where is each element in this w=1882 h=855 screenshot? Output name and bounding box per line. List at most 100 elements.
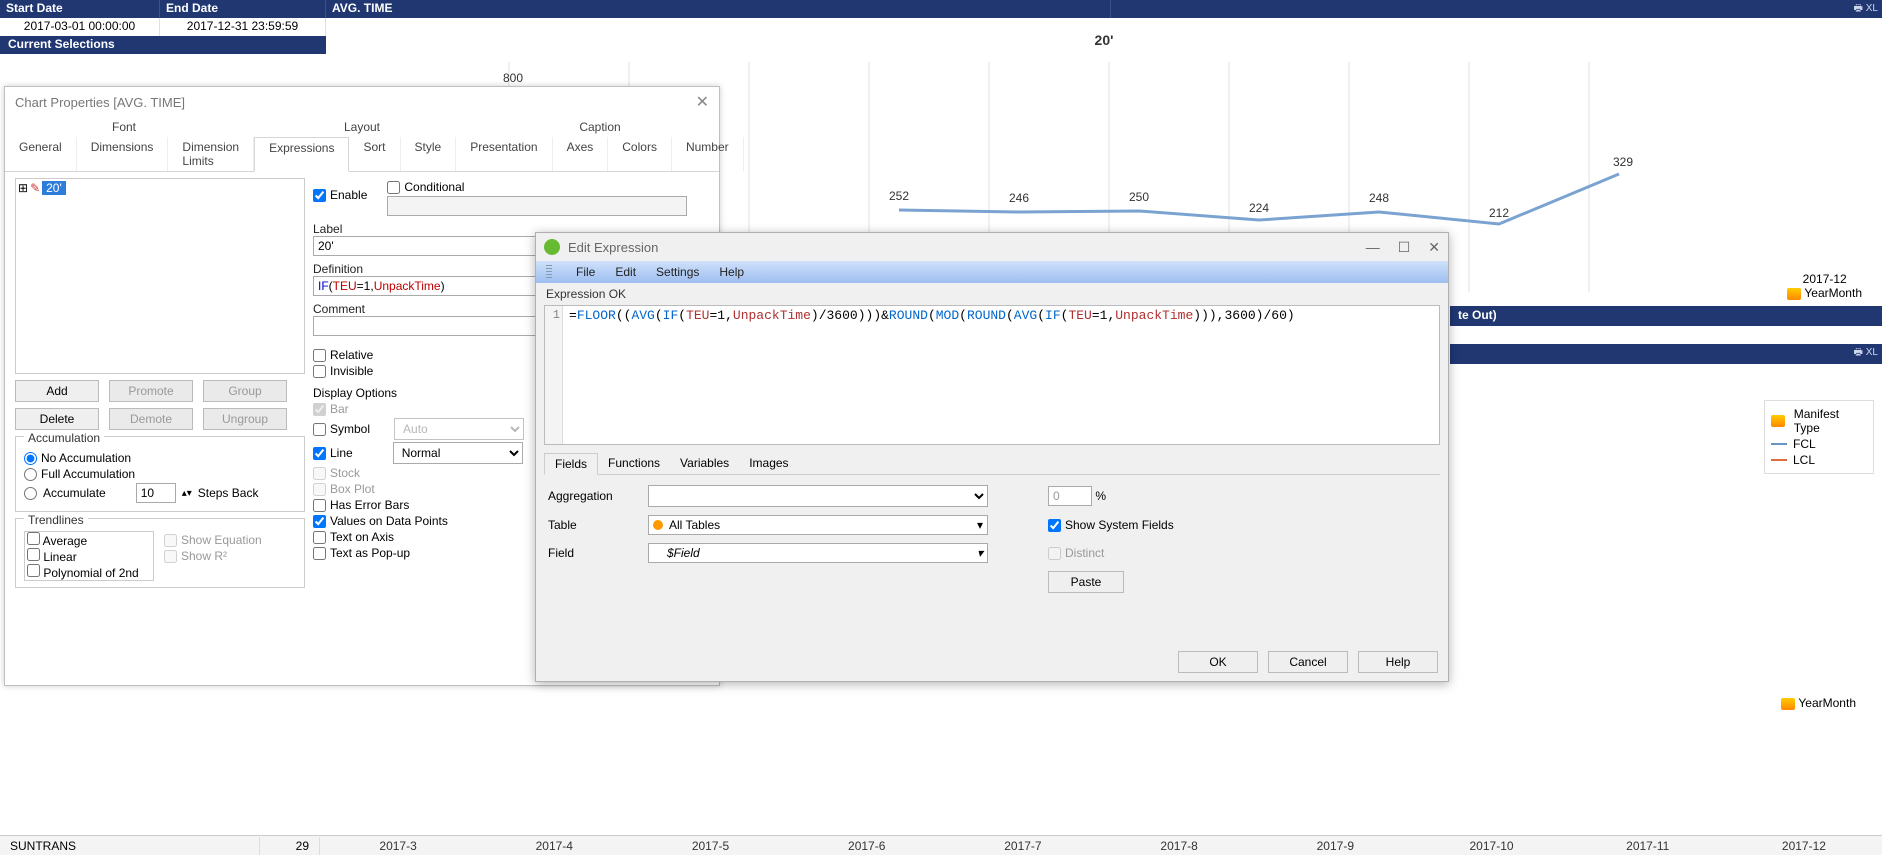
group-button[interactable]: Group xyxy=(203,380,287,402)
cycle-icon[interactable] xyxy=(1771,415,1785,427)
text-as-popup-checkbox[interactable] xyxy=(313,547,326,560)
edit-expression-dialog: Edit Expression — ☐ ✕ File Edit Settings… xyxy=(535,232,1449,682)
distinct-checkbox xyxy=(1048,547,1061,560)
trend-linear-checkbox[interactable] xyxy=(27,548,40,561)
tab-axes[interactable]: Axes xyxy=(553,137,609,171)
tab-sort[interactable]: Sort xyxy=(349,137,400,171)
month-tick: 2017-8 xyxy=(1101,839,1257,853)
values-on-dp-checkbox[interactable] xyxy=(313,515,326,528)
app-icon xyxy=(544,239,560,255)
export-xl-button-2[interactable]: 🖶 XL xyxy=(1854,345,1878,362)
tab-layout[interactable]: Layout xyxy=(243,117,481,137)
help-button[interactable]: Help xyxy=(1358,651,1438,673)
demote-button[interactable]: Demote xyxy=(109,408,193,430)
helper-tabs: Fields Functions Variables Images xyxy=(544,453,1440,475)
symbol-combo: Auto xyxy=(394,418,524,440)
accumulate-radio[interactable] xyxy=(24,487,37,500)
minimize-icon[interactable]: — xyxy=(1366,239,1380,256)
ok-button[interactable]: OK xyxy=(1178,651,1258,673)
close-icon[interactable]: ✕ xyxy=(696,92,709,112)
stock-checkbox xyxy=(313,467,326,480)
table-select[interactable]: All Tables ▾ xyxy=(648,515,988,535)
tab-general[interactable]: General xyxy=(5,137,77,171)
cancel-button[interactable]: Cancel xyxy=(1268,651,1348,673)
add-button[interactable]: Add xyxy=(15,380,99,402)
menu-settings[interactable]: Settings xyxy=(656,265,699,279)
export-xl-button[interactable]: 🖶 XL xyxy=(1854,1,1878,18)
cycle-icon[interactable] xyxy=(1781,698,1795,710)
promote-button[interactable]: Promote xyxy=(109,380,193,402)
dp-label: 252 xyxy=(889,189,909,203)
conditional-input xyxy=(387,196,687,216)
aggregation-select[interactable] xyxy=(648,485,988,507)
delete-button[interactable]: Delete xyxy=(15,408,99,430)
paste-button[interactable]: Paste xyxy=(1048,571,1124,593)
dp-label: 246 xyxy=(1009,191,1029,205)
boxplot-checkbox xyxy=(313,483,326,496)
right-dark-bar: te Out) xyxy=(1450,306,1882,326)
bar-checkbox xyxy=(313,403,326,416)
legend-swatch-fcl xyxy=(1771,443,1787,445)
tab-dimensions[interactable]: Dimensions xyxy=(77,137,169,171)
dp-label: 250 xyxy=(1129,190,1149,204)
full-accumulation-radio[interactable] xyxy=(24,468,37,481)
expression-tree[interactable]: ⊞ ✎ 20' xyxy=(15,178,305,374)
dialog-titlebar[interactable]: Chart Properties [AVG. TIME] ✕ xyxy=(5,87,719,117)
tab-caption[interactable]: Caption xyxy=(481,117,719,137)
month-tick: 2017-6 xyxy=(789,839,945,853)
tab-number[interactable]: Number xyxy=(672,137,744,171)
chart-type-icon: ✎ xyxy=(30,181,40,195)
dp-label: 212 xyxy=(1489,206,1509,220)
show-system-fields-checkbox[interactable] xyxy=(1048,519,1061,532)
tab-images[interactable]: Images xyxy=(739,453,798,474)
tree-item-20[interactable]: 20' xyxy=(42,181,66,195)
legend-box: Manifest Type FCL LCL xyxy=(1764,400,1874,474)
tab-functions[interactable]: Functions xyxy=(598,453,670,474)
tree-expand-icon[interactable]: ⊞ xyxy=(18,181,28,195)
tab-fields[interactable]: Fields xyxy=(544,453,598,475)
enable-checkbox[interactable] xyxy=(313,189,326,202)
show-equation-checkbox[interactable] xyxy=(164,534,177,547)
trendlines-list[interactable]: Average Linear Polynomial of 2nd de xyxy=(24,531,154,581)
month-tick: 2017-12 xyxy=(1726,839,1882,853)
pct-input xyxy=(1048,486,1092,506)
end-date-value[interactable]: 2017-12-31 23:59:59 xyxy=(160,18,326,36)
tab-expressions[interactable]: Expressions xyxy=(254,137,349,172)
ungroup-button[interactable]: Ungroup xyxy=(203,408,287,430)
text-on-axis-checkbox[interactable] xyxy=(313,531,326,544)
trend-average-checkbox[interactable] xyxy=(27,532,40,545)
steps-back-input[interactable] xyxy=(136,483,176,503)
conditional-checkbox[interactable] xyxy=(387,181,400,194)
legend-item: LCL xyxy=(1793,453,1815,467)
menu-edit[interactable]: Edit xyxy=(615,265,636,279)
line-combo[interactable]: Normal xyxy=(393,442,523,464)
tab-presentation[interactable]: Presentation xyxy=(456,137,552,171)
dialog2-titlebar[interactable]: Edit Expression — ☐ ✕ xyxy=(536,233,1448,261)
relative-checkbox[interactable] xyxy=(313,349,326,362)
month-tick: 2017-10 xyxy=(1413,839,1569,853)
tab-style[interactable]: Style xyxy=(401,137,457,171)
no-accumulation-radio[interactable] xyxy=(24,452,37,465)
line-checkbox[interactable] xyxy=(313,447,326,460)
menu-file[interactable]: File xyxy=(576,265,595,279)
tab-dimension-limits[interactable]: Dimension Limits xyxy=(168,137,254,171)
menu-help[interactable]: Help xyxy=(719,265,744,279)
maximize-icon[interactable]: ☐ xyxy=(1398,239,1411,256)
tab-variables[interactable]: Variables xyxy=(670,453,739,474)
cycle-icon[interactable] xyxy=(1787,288,1801,300)
dialog2-menubar: File Edit Settings Help xyxy=(536,261,1448,283)
month-tick: 2017-5 xyxy=(632,839,788,853)
tab-colors[interactable]: Colors xyxy=(608,137,672,171)
start-date-value[interactable]: 2017-03-01 00:00:00 xyxy=(0,18,160,36)
close-icon[interactable]: ✕ xyxy=(1428,239,1440,256)
legend-swatch-lcl xyxy=(1771,459,1787,461)
invisible-checkbox[interactable] xyxy=(313,365,326,378)
field-select[interactable]: $Field ▾ xyxy=(648,543,988,563)
trend-poly2-checkbox[interactable] xyxy=(27,564,40,577)
show-r2-checkbox[interactable] xyxy=(164,550,177,563)
expression-status: Expression OK xyxy=(536,283,1448,305)
expression-editor[interactable]: 1 =FLOOR((AVG(IF(TEU=1,UnpackTime)/3600)… xyxy=(544,305,1440,445)
tab-font[interactable]: Font xyxy=(5,117,243,137)
symbol-checkbox[interactable] xyxy=(313,423,326,436)
has-error-bars-checkbox[interactable] xyxy=(313,499,326,512)
